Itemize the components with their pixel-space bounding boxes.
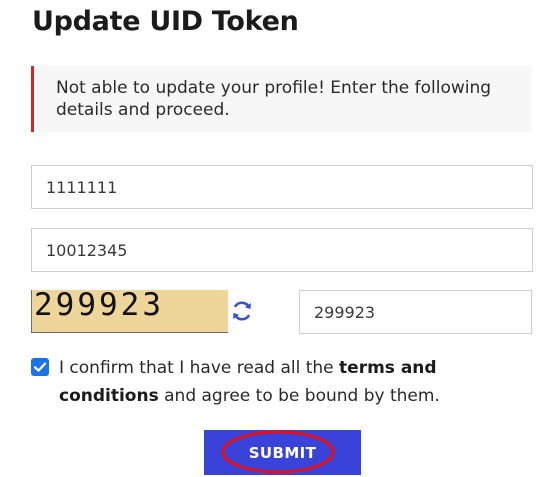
alert-message: Not able to update your profile! Enter t… xyxy=(56,78,492,120)
confirm-text-end: and agree to be bound by them. xyxy=(158,386,440,406)
refresh-icon[interactable] xyxy=(230,299,254,323)
confirm-text-start: I confirm that I have read all the xyxy=(59,358,340,378)
captcha-image: 299923 xyxy=(31,290,228,333)
confirm-label: I confirm that I have read all the terms… xyxy=(59,354,509,410)
uid-field[interactable] xyxy=(31,165,533,209)
token-field[interactable] xyxy=(31,228,533,272)
confirm-checkbox[interactable] xyxy=(31,358,49,376)
checkmark-icon xyxy=(33,362,47,372)
error-alert: Not able to update your profile! Enter t… xyxy=(31,66,532,132)
captcha-image-text: 299923 xyxy=(34,290,164,323)
page-title: Update UID Token xyxy=(32,6,299,37)
captcha-input[interactable] xyxy=(299,290,532,334)
submit-button[interactable]: SUBMIT xyxy=(204,430,361,475)
